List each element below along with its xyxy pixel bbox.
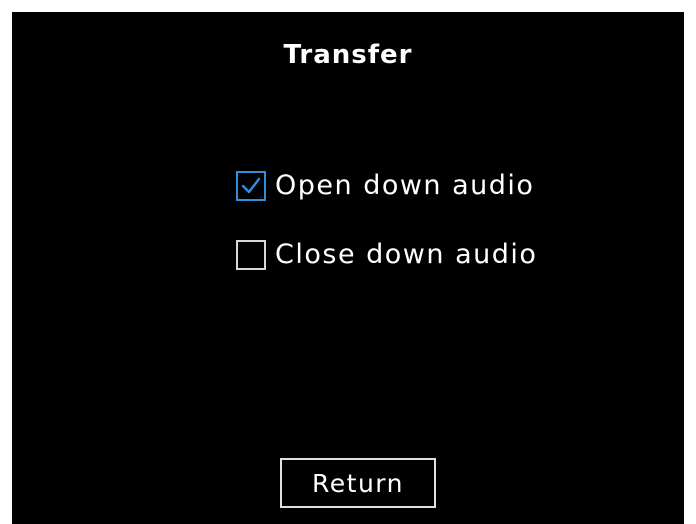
transfer-screen: Transfer Open down audio Close down audi… — [12, 12, 684, 524]
close-down-audio-label: Close down audio — [275, 239, 538, 270]
page-title: Transfer — [283, 40, 413, 70]
open-down-audio-label: Open down audio — [275, 170, 535, 201]
open-down-audio-checkbox[interactable] — [236, 170, 266, 201]
checkmark-icon — [241, 177, 261, 193]
close-down-audio-option[interactable]: Close down audio — [236, 239, 537, 270]
open-down-audio-option[interactable]: Open down audio — [236, 170, 534, 201]
close-down-audio-checkbox[interactable] — [236, 239, 266, 270]
return-button[interactable]: Return — [280, 458, 436, 508]
